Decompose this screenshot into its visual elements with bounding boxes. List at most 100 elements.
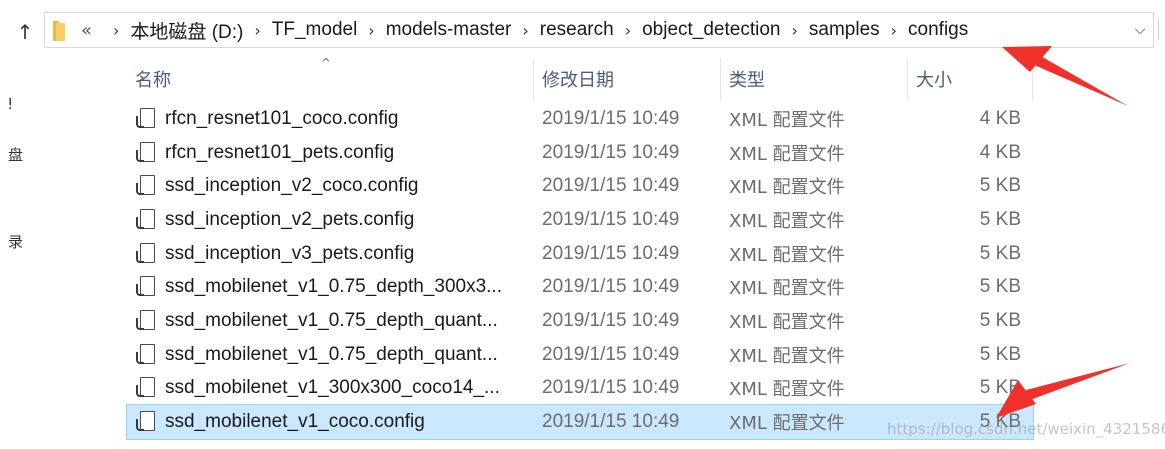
file-modified-date: 2019/1/15 10:49 [542, 141, 680, 163]
config-file-icon [135, 208, 157, 232]
breadcrumb-separator-icon[interactable]: › [113, 21, 119, 40]
breadcrumb: › 本地磁盘 (D:) › TF_model › models-master › resear… [102, 17, 968, 44]
file-name: ssd_mobilenet_v1_0.75_depth_quant... [165, 343, 498, 365]
breadcrumb-separator-icon[interactable]: › [791, 21, 797, 40]
file-type: XML 配置文件 [729, 177, 845, 199]
file-type: XML 配置文件 [729, 210, 845, 232]
breadcrumb-separator-icon[interactable]: › [368, 21, 374, 40]
address-toolbar: ↑ « › 本地磁盘 (D:) › TF_model › models-master › re… [0, 0, 1165, 58]
file-size: 5 KB [979, 377, 1021, 399]
breadcrumb-item[interactable]: configs [908, 19, 968, 41]
address-history-dropdown[interactable]: ⌵ [1129, 19, 1151, 41]
config-file-icon [135, 141, 157, 165]
file-type: XML 配置文件 [729, 143, 845, 165]
column-header-date[interactable]: 修改日期 [534, 58, 720, 100]
file-row[interactable]: rfcn_resnet101_pets.config 2019/1/15 10:4… [127, 136, 1033, 170]
file-size: 5 KB [979, 343, 1021, 365]
file-name-cell[interactable]: ssd_mobilenet_v1_0.75_depth_300x3... [135, 275, 502, 299]
file-size: 5 KB [979, 208, 1021, 230]
column-header-name[interactable]: 名称 [127, 58, 533, 100]
file-name: ssd_inception_v2_coco.config [165, 175, 419, 197]
file-modified-date: 2019/1/15 10:49 [542, 276, 680, 298]
file-modified-date: 2019/1/15 10:49 [542, 377, 680, 399]
file-modified-date: 2019/1/15 10:49 [542, 242, 680, 264]
file-name-cell[interactable]: ssd_mobilenet_v1_coco.config [135, 410, 425, 434]
nav-pane-text-fragment[interactable]: ǃ [8, 95, 12, 113]
config-file-icon [135, 107, 157, 131]
breadcrumb-item[interactable]: object_detection [642, 19, 780, 41]
file-row[interactable]: ssd_inception_v3_pets.config 2019/1/15 10… [127, 237, 1033, 271]
breadcrumb-overflow-icon[interactable]: « [81, 20, 92, 41]
config-file-icon [135, 410, 157, 434]
column-headers: ^ 名称 修改日期 类型 大小 [127, 56, 1033, 100]
file-name: ssd_mobilenet_v1_coco.config [165, 411, 425, 433]
navigation-pane: ǃ 盘 录 [0, 58, 30, 449]
config-file-icon [135, 174, 157, 198]
arrow-up-icon: ↑ [16, 20, 34, 44]
breadcrumb-item[interactable]: TF_model [272, 19, 358, 41]
file-modified-date: 2019/1/15 10:49 [542, 343, 680, 365]
file-name: ssd_inception_v3_pets.config [165, 242, 415, 264]
file-list: rfcn_resnet101_coco.config 2019/1/15 10:4… [126, 102, 1034, 440]
file-type: XML 配置文件 [729, 379, 845, 401]
column-header-size[interactable]: 大小 [908, 58, 1032, 100]
file-row[interactable]: ssd_inception_v2_coco.config 2019/1/15 10… [127, 169, 1033, 203]
file-name-cell[interactable]: ssd_mobilenet_v1_0.75_depth_quant... [135, 343, 498, 367]
file-type: XML 配置文件 [729, 244, 845, 266]
file-type: XML 配置文件 [729, 109, 845, 131]
config-file-icon [135, 275, 157, 299]
file-row[interactable]: rfcn_resnet101_coco.config 2019/1/15 10:4… [127, 102, 1033, 136]
file-name-cell[interactable]: ssd_inception_v3_pets.config [135, 242, 414, 266]
folder-icon [53, 19, 67, 41]
file-row[interactable]: ssd_mobilenet_v1_0.75_depth_300x3... 2019… [127, 270, 1033, 304]
address-bar[interactable]: « › 本地磁盘 (D:) › TF_model › models-master › rese… [44, 12, 1154, 48]
refresh-button-fragment[interactable] [1158, 20, 1165, 40]
file-size: 5 KB [979, 309, 1021, 331]
watermark: https://blog.csdn.net/weixin_43215867 [887, 420, 1165, 438]
file-size: 5 KB [979, 175, 1021, 197]
breadcrumb-separator-icon[interactable]: › [625, 21, 631, 40]
breadcrumb-item[interactable]: models-master [386, 19, 512, 41]
file-size: 4 KB [979, 141, 1021, 163]
file-modified-date: 2019/1/15 10:49 [542, 107, 680, 129]
nav-pane-text-fragment[interactable]: 录 [8, 231, 23, 252]
file-name: ssd_inception_v2_pets.config [165, 208, 415, 230]
file-name: ssd_mobilenet_v1_300x300_coco14_... [165, 377, 500, 399]
file-row[interactable]: ssd_mobilenet_v1_300x300_coco14_... 2019/… [127, 372, 1033, 406]
file-name-cell[interactable]: ssd_mobilenet_v1_0.75_depth_quant... [135, 309, 498, 333]
file-type: XML 配置文件 [729, 413, 845, 435]
file-name-cell[interactable]: ssd_inception_v2_coco.config [135, 174, 419, 198]
file-modified-date: 2019/1/15 10:49 [542, 411, 680, 433]
file-name-cell[interactable]: rfcn_resnet101_pets.config [135, 141, 394, 165]
file-type: XML 配置文件 [729, 311, 845, 333]
config-file-icon [135, 309, 157, 333]
file-name-cell[interactable]: rfcn_resnet101_coco.config [135, 107, 398, 131]
breadcrumb-item[interactable]: 本地磁盘 (D:) [130, 17, 243, 44]
column-header-type[interactable]: 类型 [721, 58, 907, 100]
config-file-icon [135, 242, 157, 266]
file-row[interactable]: ssd_mobilenet_v1_0.75_depth_quant... 2019… [127, 338, 1033, 372]
file-name-cell[interactable]: ssd_inception_v2_pets.config [135, 208, 414, 232]
nav-pane-text-fragment[interactable]: 盘 [8, 144, 23, 165]
file-row[interactable]: ssd_mobilenet_v1_0.75_depth_quant... 2019… [127, 304, 1033, 338]
file-modified-date: 2019/1/15 10:49 [542, 309, 680, 331]
file-name: rfcn_resnet101_coco.config [165, 107, 399, 129]
file-type: XML 配置文件 [729, 345, 845, 367]
file-size: 4 KB [979, 107, 1021, 129]
breadcrumb-item[interactable]: research [540, 19, 614, 41]
breadcrumb-separator-icon[interactable]: › [254, 21, 260, 40]
config-file-icon [135, 376, 157, 400]
breadcrumb-separator-icon[interactable]: › [891, 21, 897, 40]
config-file-icon [135, 343, 157, 367]
file-size: 5 KB [979, 276, 1021, 298]
file-name: ssd_mobilenet_v1_0.75_depth_quant... [165, 309, 498, 331]
breadcrumb-item[interactable]: samples [809, 19, 880, 41]
chevron-down-icon: ⌵ [1134, 22, 1146, 38]
up-one-level-button[interactable]: ↑ [14, 19, 36, 45]
file-row[interactable]: ssd_inception_v2_pets.config 2019/1/15 10… [127, 203, 1033, 237]
file-name: rfcn_resnet101_pets.config [165, 141, 395, 163]
column-divider[interactable] [1032, 58, 1033, 100]
breadcrumb-separator-icon[interactable]: › [522, 21, 528, 40]
file-modified-date: 2019/1/15 10:49 [542, 175, 680, 197]
file-name-cell[interactable]: ssd_mobilenet_v1_300x300_coco14_... [135, 376, 500, 400]
